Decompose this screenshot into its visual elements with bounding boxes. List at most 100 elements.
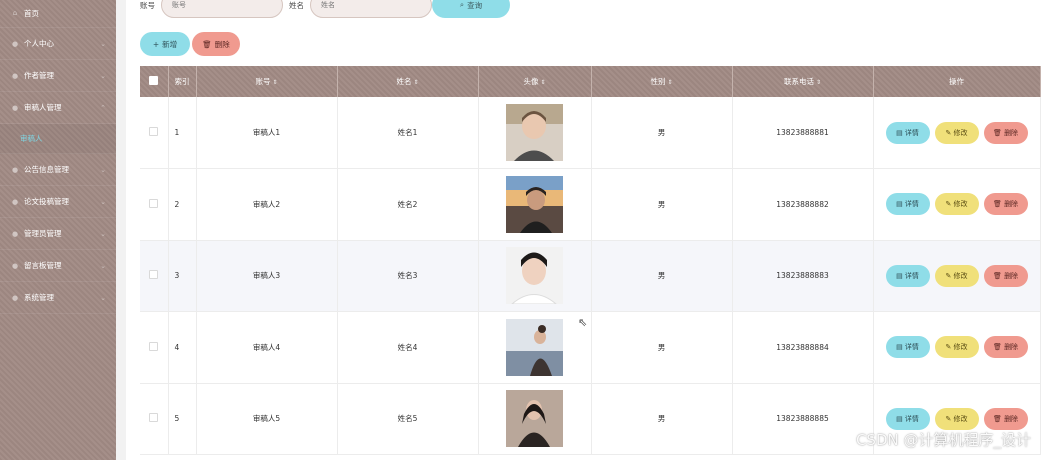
search-button-label: 查询 [467, 0, 483, 10]
chevron-down-icon: ⌄ [100, 229, 106, 238]
row-checkbox[interactable] [149, 413, 159, 423]
sidebar-item-label: 公告信息管理 [24, 165, 69, 174]
row-checkbox[interactable] [149, 198, 159, 208]
sidebar-item-reviewers[interactable]: ● 审稿人管理 ⌃ [0, 92, 116, 124]
detail-button[interactable]: ▤ 详情 [885, 121, 930, 144]
row-checkbox[interactable] [149, 341, 159, 351]
add-button[interactable]: + 新增 [140, 32, 190, 56]
avatar-cell [478, 311, 592, 383]
detail-button[interactable]: ▤ 详情 [885, 264, 930, 287]
sidebar-item-personal-center[interactable]: ● 个人中心 ⌄ [0, 28, 116, 60]
avatar-cell [478, 383, 592, 455]
sidebar-item-announcements[interactable]: ● 公告信息管理 ⌄ [0, 154, 116, 186]
account-cell: 审稿人2 [196, 168, 338, 240]
delete-button-label: 删除 [1004, 343, 1019, 352]
account-search-input[interactable] [161, 0, 283, 18]
detail-button-label: 详情 [904, 343, 919, 352]
search-icon: ⌕ [459, 0, 465, 9]
select-all-checkbox[interactable] [149, 76, 159, 85]
delete-button-label: 删除 [1004, 414, 1019, 423]
table-row: 4 审稿人4 姓名4 男 13823888884 ▤ 详情 ✎ 修改 🗑 删除 [140, 311, 1041, 383]
sidebar-item-label: 审稿人管理 [24, 103, 62, 112]
edit-button[interactable]: ✎ 修改 [934, 336, 979, 359]
sidebar-item-label: 论文投稿管理 [24, 197, 69, 206]
avatar-cell [478, 168, 592, 240]
detail-button[interactable]: ▤ 详情 [885, 193, 930, 216]
phone-cell: 13823888882 [732, 168, 874, 240]
table-row: 1 审稿人1 姓名1 男 13823888881 ▤ 详情 ✎ 修改 🗑 删除 [140, 97, 1041, 169]
column-header-actions: 操作 [873, 66, 1041, 97]
sort-icon: ⇕ [540, 79, 546, 86]
chevron-down-icon: ⌄ [100, 197, 106, 206]
sidebar-item-submissions[interactable]: ● 论文投稿管理 ⌄ [0, 186, 116, 218]
index-cell: 3 [168, 240, 197, 312]
detail-button[interactable]: ▤ 详情 [885, 407, 930, 430]
sidebar-item-authors[interactable]: ● 作者管理 ⌄ [0, 60, 116, 92]
user-icon: ● [11, 39, 19, 48]
sidebar: ⌂ 首页 ● 个人中心 ⌄ ● 作者管理 ⌄ ● 审稿人管理 ⌃ 审稿人 ● 公… [0, 0, 116, 460]
row-checkbox-cell [140, 383, 169, 455]
column-header-name[interactable]: 姓名 ⇕ [337, 66, 479, 97]
sidebar-item-label: 审稿人 [20, 134, 43, 143]
sidebar-item-admins[interactable]: ● 管理员管理 ⌄ [0, 218, 116, 250]
pencil-icon: ✎ [945, 271, 954, 280]
mouse-cursor-icon: ⇖ [578, 316, 588, 329]
row-checkbox[interactable] [149, 270, 159, 280]
column-header-phone[interactable]: 联系电话 ⇕ [732, 66, 874, 97]
doc-icon: ▤ [896, 271, 905, 280]
delete-button[interactable]: 🗑 删除 [983, 407, 1028, 430]
column-header-label: 头像 [523, 77, 539, 86]
phone-cell: 13823888881 [732, 97, 874, 169]
column-header-avatar[interactable]: 头像 ⇕ [478, 66, 592, 97]
home-icon: ⌂ [12, 9, 18, 17]
gear-icon: ● [11, 293, 19, 302]
table-row: 2 审稿人2 姓名2 男 13823888882 ▤ 详情 ✎ 修改 🗑 删除 [140, 168, 1041, 240]
column-header-index: 索引 [168, 66, 197, 97]
delete-button[interactable]: 🗑 删除 [983, 193, 1028, 216]
edit-button[interactable]: ✎ 修改 [934, 193, 979, 216]
sidebar-item-messages[interactable]: ● 留言板管理 ⌄ [0, 250, 116, 282]
edit-button[interactable]: ✎ 修改 [934, 407, 979, 430]
name-search-input[interactable] [310, 0, 432, 18]
edit-button[interactable]: ✎ 修改 [934, 121, 979, 144]
sidebar-item-home[interactable]: ⌂ 首页 [0, 0, 116, 28]
column-header-account[interactable]: 账号 ⇕ [196, 66, 338, 97]
detail-button-label: 详情 [904, 128, 919, 137]
name-label: 姓名 [289, 0, 304, 10]
delete-button-label: 删除 [214, 39, 230, 49]
chevron-down-icon: ⌄ [100, 293, 106, 302]
phone-cell: 13823888883 [732, 240, 874, 312]
column-header-gender[interactable]: 性别 ⇕ [591, 66, 733, 97]
delete-button-label: 删除 [1004, 271, 1019, 280]
trash-icon: 🗑 [992, 343, 1005, 352]
bell-icon: ● [11, 165, 19, 174]
sort-icon: ⇕ [272, 79, 278, 86]
pencil-icon: ✎ [945, 128, 954, 137]
index-cell: 1 [168, 97, 197, 169]
detail-button-label: 详情 [904, 414, 919, 423]
delete-button[interactable]: 🗑 删除 [983, 336, 1028, 359]
name-cell: 姓名4 [337, 311, 479, 383]
search-button[interactable]: ⌕ 查询 [432, 0, 510, 18]
sidebar-subitem-reviewer[interactable]: 审稿人 [0, 124, 116, 154]
account-cell: 审稿人4 [196, 311, 338, 383]
batch-delete-button[interactable]: 🗑 删除 [192, 32, 240, 56]
search-bar: 账号 姓名 ⌕ 查询 [140, 0, 510, 18]
trash-icon: 🗑 [202, 39, 212, 49]
toolbar: + 新增 🗑 删除 [140, 32, 240, 56]
delete-button[interactable]: 🗑 删除 [983, 121, 1028, 144]
delete-button[interactable]: 🗑 删除 [983, 264, 1028, 287]
row-checkbox[interactable] [149, 127, 159, 136]
detail-button[interactable]: ▤ 详情 [885, 336, 930, 359]
reviewer-table: 索引 账号 ⇕ 姓名 ⇕ 头像 ⇕ 性别 ⇕ 联系电话 ⇕ 操作 1 审稿人1 姓名1 男… [140, 66, 1041, 455]
chat-icon: ● [11, 261, 19, 270]
actions-cell: ▤ 详情 ✎ 修改 🗑 删除 [873, 168, 1041, 240]
edit-button[interactable]: ✎ 修改 [934, 264, 979, 287]
add-button-label: 新增 [162, 39, 178, 49]
sidebar-item-label: 首页 [24, 9, 39, 18]
user-icon: ● [11, 103, 19, 112]
trash-icon: 🗑 [992, 200, 1005, 209]
sidebar-item-system[interactable]: ● 系统管理 ⌄ [0, 282, 116, 314]
gender-cell: 男 [591, 311, 733, 383]
name-cell: 姓名3 [337, 240, 479, 312]
